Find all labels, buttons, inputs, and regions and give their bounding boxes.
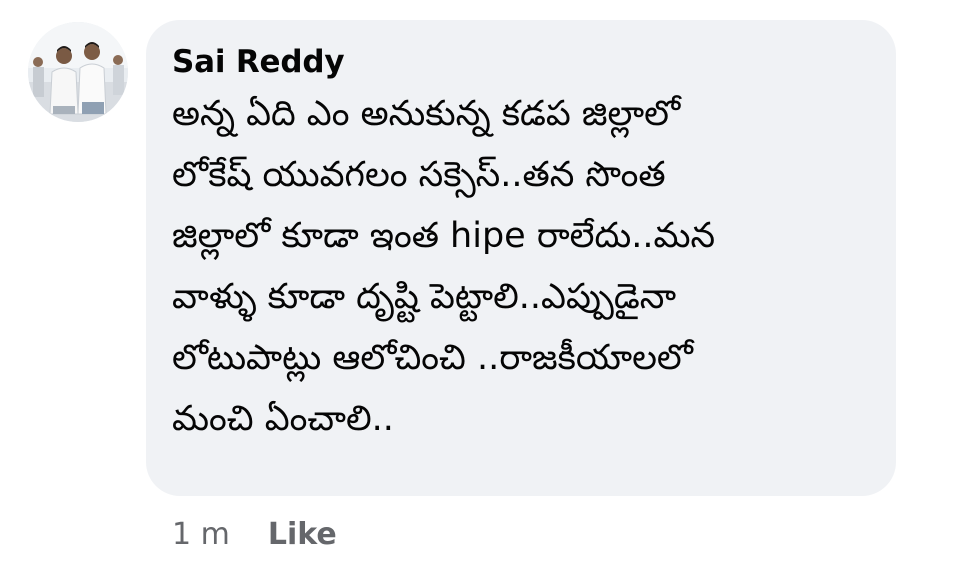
comment-line: లోకేష్ యువగలం సక్సెస్..తన సొంత <box>172 155 666 195</box>
comment-line: అన్న ఏది ఎం అనుకున్న కడప జిల్లాలో <box>172 94 681 134</box>
comment-author-name[interactable]: Sai Reddy <box>172 42 872 82</box>
comment-timestamp[interactable]: 1 m <box>172 517 230 552</box>
comment-line: మంచి ఏంచాలి.. <box>172 399 394 439</box>
like-button[interactable]: Like <box>268 517 337 552</box>
comment-line: జిల్లాలో కూడా ఇంత hipe రాలేదు..మన <box>172 216 716 256</box>
comment-line: వాళ్ళు కూడా దృష్టి పెట్టాలి..ఎప్పుడైనా <box>172 277 677 317</box>
avatar[interactable] <box>28 22 128 122</box>
comment-meta: 1 m Like <box>172 512 337 556</box>
avatar-photo <box>28 22 128 122</box>
comment-bubble: Sai Reddy అన్న ఏది ఎం అనుకున్న కడప జిల్ల… <box>146 20 896 496</box>
comment-body: అన్న ఏది ఎం అనుకున్న కడప జిల్లాలో లోకేష్… <box>172 84 872 450</box>
comment: Sai Reddy అన్న ఏది ఎం అనుకున్న కడప జిల్ల… <box>0 0 960 562</box>
comment-line: లోటుపాట్లు ఆలోచించి ..రాజకీయాలలో <box>172 338 693 378</box>
